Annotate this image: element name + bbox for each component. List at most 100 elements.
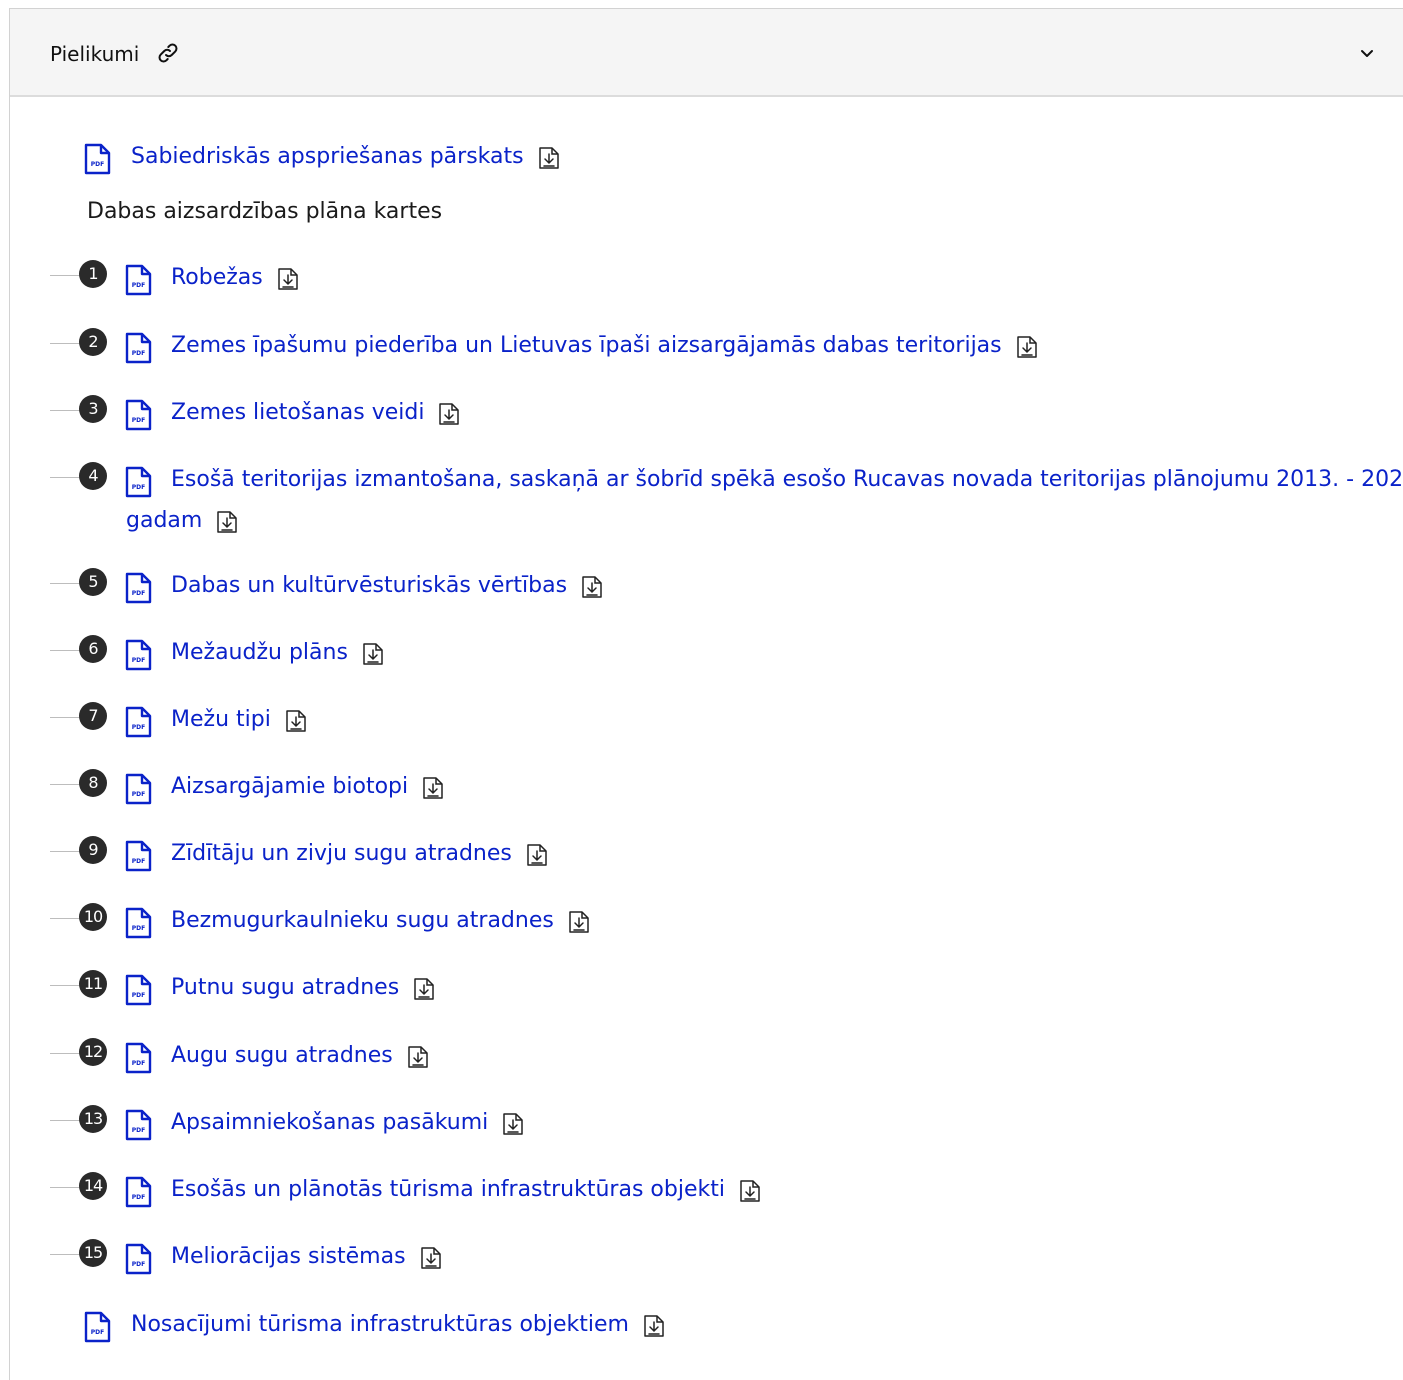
download-icon[interactable]: [739, 1179, 761, 1203]
timeline-connector: [50, 1120, 82, 1121]
map-link[interactable]: Zemes īpašumu piederība un Lietuvas īpaš…: [171, 333, 1002, 358]
pdf-file-icon: PDF: [125, 264, 152, 296]
map-number-badge: 12: [79, 1038, 107, 1066]
pdf-file-icon: PDF: [125, 466, 152, 498]
pdf-file-icon: PDF: [125, 1176, 152, 1208]
pdf-file-icon: PDF: [125, 974, 152, 1006]
pdf-icon-label: PDF: [132, 1261, 145, 1268]
map-number-badge: 10: [79, 903, 107, 931]
download-icon[interactable]: [1016, 335, 1038, 359]
download-icon[interactable]: [362, 642, 384, 666]
link-icon[interactable]: [156, 41, 180, 65]
map-number-badge: 8: [79, 769, 107, 797]
map-number-badge: 4: [79, 462, 107, 490]
pdf-icon-label: PDF: [132, 925, 145, 932]
timeline-connector: [50, 477, 82, 478]
download-icon[interactable]: [643, 1314, 665, 1338]
download-icon[interactable]: [526, 843, 548, 867]
pdf-file-icon: PDF: [125, 1042, 152, 1074]
pdf-file-icon: PDF: [125, 840, 152, 872]
map-link-continuation[interactable]: gadam: [126, 508, 202, 533]
timeline-connector: [50, 275, 82, 276]
map-link[interactable]: Mežaudžu plāns: [171, 640, 348, 665]
pdf-file-icon: PDF: [125, 399, 152, 431]
pdf-file-icon: PDF: [84, 143, 111, 175]
timeline-connector: [50, 583, 82, 584]
map-link[interactable]: Robežas: [171, 265, 263, 290]
pdf-icon-label: PDF: [132, 657, 145, 664]
download-icon[interactable]: [420, 1246, 442, 1270]
map-link[interactable]: Meliorācijas sistēmas: [171, 1244, 406, 1269]
map-number-badge: 11: [79, 970, 107, 998]
pdf-icon-label: PDF: [91, 161, 104, 168]
map-number-badge: 2: [79, 328, 107, 356]
map-number-badge: 13: [79, 1105, 107, 1133]
pdf-icon-label: PDF: [132, 1194, 145, 1201]
pdf-file-icon: PDF: [125, 1109, 152, 1141]
pdf-icon-label: PDF: [132, 1060, 145, 1067]
map-link[interactable]: Dabas un kultūrvēsturiskās vērtības: [171, 573, 567, 598]
map-link[interactable]: Zīdītāju un zivju sugu atradnes: [171, 841, 512, 866]
accordion-header[interactable]: Pielikumi: [10, 9, 1403, 97]
map-number-badge: 14: [79, 1172, 107, 1200]
section-label: Dabas aizsardzības plāna kartes: [87, 199, 443, 224]
timeline-connector: [50, 717, 82, 718]
download-icon[interactable]: [422, 776, 444, 800]
pdf-file-icon: PDF: [125, 706, 152, 738]
map-link[interactable]: Aizsargājamie biotopi: [171, 774, 408, 799]
accordion-title: Pielikumi: [50, 42, 140, 66]
timeline-connector: [50, 343, 82, 344]
pdf-file-icon: PDF: [125, 332, 152, 364]
pdf-icon-label: PDF: [132, 724, 145, 731]
timeline-connector: [50, 1187, 82, 1188]
map-link[interactable]: Augu sugu atradnes: [171, 1043, 393, 1068]
map-number-badge: 6: [79, 635, 107, 663]
map-link[interactable]: Apsaimniekošanas pasākumi: [171, 1110, 488, 1135]
timeline-connector: [50, 985, 82, 986]
map-number-badge: 9: [79, 836, 107, 864]
map-link[interactable]: Esošā teritorijas izmantošana, saskaņā a…: [171, 467, 1403, 492]
pdf-icon-label: PDF: [132, 858, 145, 865]
download-icon[interactable]: [581, 575, 603, 599]
timeline-connector: [50, 650, 82, 651]
pdf-icon-label: PDF: [132, 791, 145, 798]
map-number-badge: 5: [79, 568, 107, 596]
timeline-connector: [50, 918, 82, 919]
map-number-badge: 7: [79, 702, 107, 730]
pdf-icon-label: PDF: [91, 1329, 104, 1336]
map-link[interactable]: Putnu sugu atradnes: [171, 975, 399, 1000]
download-icon[interactable]: [277, 267, 299, 291]
pdf-file-icon: PDF: [125, 639, 152, 671]
map-link[interactable]: Zemes lietošanas veidi: [171, 400, 424, 425]
pdf-file-icon: PDF: [125, 1243, 152, 1275]
download-icon[interactable]: [568, 910, 590, 934]
timeline-connector: [50, 784, 82, 785]
pdf-file-icon: PDF: [125, 907, 152, 939]
map-link[interactable]: Mežu tipi: [171, 707, 271, 732]
map-number-badge: 3: [79, 395, 107, 423]
map-number-badge: 15: [79, 1239, 107, 1267]
pdf-icon-label: PDF: [132, 282, 145, 289]
pdf-icon-label: PDF: [132, 484, 145, 491]
download-icon[interactable]: [285, 709, 307, 733]
download-icon[interactable]: [413, 977, 435, 1001]
chevron-down-icon[interactable]: [1359, 45, 1375, 61]
map-link[interactable]: Bezmugurkaulnieku sugu atradnes: [171, 908, 554, 933]
pdf-file-icon: PDF: [84, 1311, 111, 1343]
download-icon[interactable]: [216, 510, 238, 534]
download-icon[interactable]: [502, 1112, 524, 1136]
pdf-file-icon: PDF: [125, 773, 152, 805]
download-icon[interactable]: [407, 1045, 429, 1069]
map-number-badge: 1: [79, 260, 107, 288]
document-link[interactable]: Sabiedriskās apspriešanas pārskats: [131, 144, 524, 169]
download-icon[interactable]: [538, 146, 560, 170]
pdf-icon-label: PDF: [132, 992, 145, 999]
pdf-icon-label: PDF: [132, 417, 145, 424]
timeline-connector: [50, 1053, 82, 1054]
pdf-icon-label: PDF: [132, 590, 145, 597]
pdf-icon-label: PDF: [132, 350, 145, 357]
map-link[interactable]: Esošās un plānotās tūrisma infrastruktūr…: [171, 1177, 725, 1202]
download-icon[interactable]: [438, 402, 460, 426]
timeline-connector: [50, 851, 82, 852]
document-link[interactable]: Nosacījumi tūrisma infrastruktūras objek…: [131, 1312, 629, 1337]
